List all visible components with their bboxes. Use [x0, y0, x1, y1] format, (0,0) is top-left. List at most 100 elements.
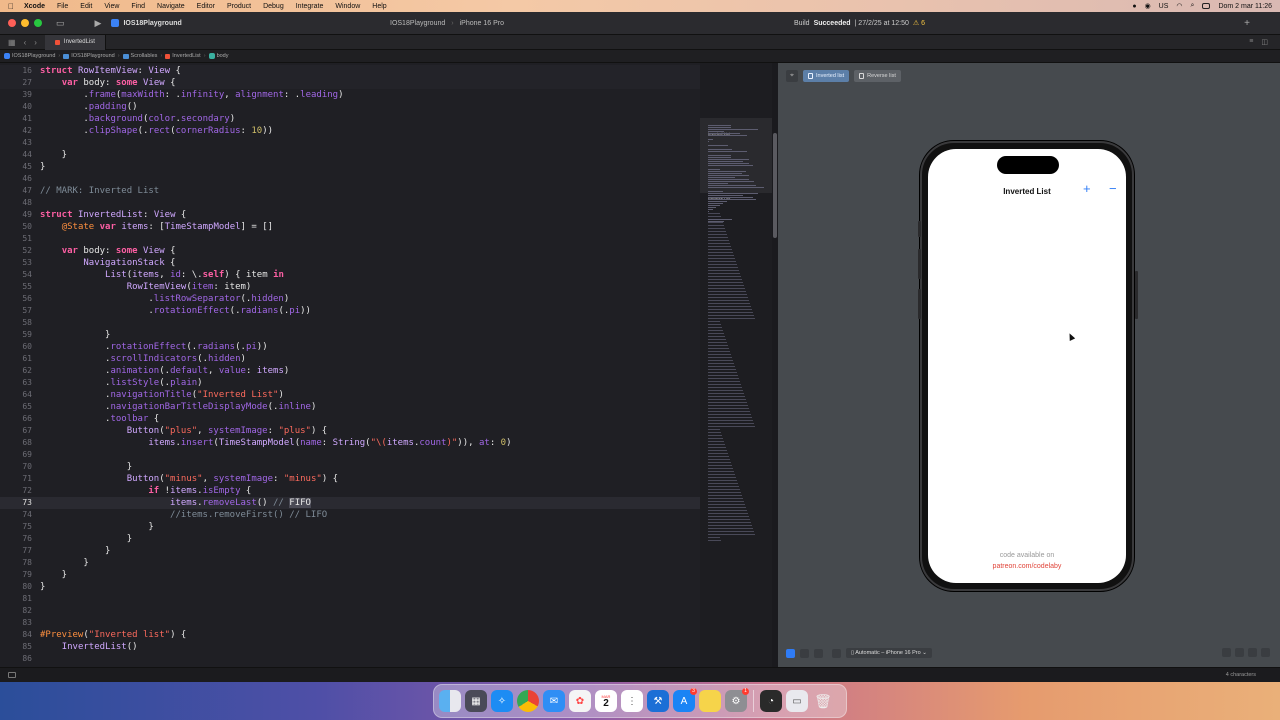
code-line[interactable]: 56 .listRowSeparator(.hidden): [0, 293, 700, 305]
scrollbar-thumb[interactable]: [773, 133, 777, 238]
code-text[interactable]: .listStyle(.plain): [40, 377, 203, 389]
breadcrumb-project[interactable]: IOS18Playground: [4, 53, 55, 59]
code-text[interactable]: }: [40, 557, 88, 569]
patreon-link[interactable]: patreon.com/codelaby: [928, 563, 1126, 570]
project-title[interactable]: IOS18Playground: [111, 19, 182, 27]
code-text[interactable]: List(items, id: \.self) { item in: [40, 269, 284, 281]
code-line[interactable]: 85 InvertedList(): [0, 641, 700, 653]
menu-help[interactable]: Help: [372, 3, 386, 10]
code-text[interactable]: }: [40, 545, 110, 557]
line-number[interactable]: 43: [0, 137, 32, 149]
code-text[interactable]: }: [40, 329, 110, 341]
record-icon[interactable]: ●: [1132, 3, 1136, 10]
code-line[interactable]: 44 }: [0, 149, 700, 161]
code-text[interactable]: .animation(.default, value: items): [40, 365, 289, 377]
variants-icon[interactable]: [814, 648, 823, 658]
line-number[interactable]: 83: [0, 617, 32, 629]
code-text[interactable]: }: [40, 533, 132, 545]
code-text[interactable]: .listRowSeparator(.hidden): [40, 293, 289, 305]
code-text[interactable]: items.removeLast() // FIFO: [40, 497, 311, 509]
code-line[interactable]: 80}: [0, 581, 700, 593]
code-line[interactable]: 46: [0, 173, 700, 185]
line-number[interactable]: 40: [0, 101, 32, 113]
line-number[interactable]: 46: [0, 173, 32, 185]
line-number[interactable]: 58: [0, 317, 32, 329]
code-text[interactable]: Button("minus", systemImage: "minus") {: [40, 473, 338, 485]
zoom-window-button[interactable]: [34, 19, 42, 27]
selectable-mode-icon[interactable]: [800, 648, 809, 658]
code-line[interactable]: 59 }: [0, 329, 700, 341]
code-text[interactable]: }: [40, 521, 153, 533]
zoom-actual-icon[interactable]: [1235, 648, 1244, 657]
line-number[interactable]: 54: [0, 269, 32, 281]
line-number[interactable]: 53: [0, 257, 32, 269]
breadcrumb-file[interactable]: InvertedList: [165, 53, 201, 59]
menu-file[interactable]: File: [57, 3, 68, 10]
launchpad-icon[interactable]: ▦: [465, 690, 487, 712]
back-icon[interactable]: ‹: [24, 38, 27, 47]
line-number[interactable]: 76: [0, 533, 32, 545]
code-text[interactable]: struct InvertedList: View {: [40, 209, 186, 221]
line-number[interactable]: 48: [0, 197, 32, 209]
menu-product[interactable]: Product: [227, 3, 251, 10]
line-number[interactable]: 78: [0, 557, 32, 569]
code-line[interactable]: 48: [0, 197, 700, 209]
code-line[interactable]: 64 .navigationTitle("Inverted List"): [0, 389, 700, 401]
line-number[interactable]: 62: [0, 365, 32, 377]
code-line[interactable]: 27 var body: some View {: [0, 77, 700, 89]
code-text[interactable]: // MARK: Inverted List: [40, 185, 159, 197]
code-line[interactable]: 60 .rotationEffect(.radians(.pi)): [0, 341, 700, 353]
line-number[interactable]: 80: [0, 581, 32, 593]
code-text[interactable]: Button("plus", systemImage: "plus") {: [40, 425, 328, 437]
line-number[interactable]: 72: [0, 485, 32, 497]
preview-tab-reverse-list[interactable]: Reverse list: [854, 70, 901, 82]
calendar-icon[interactable]: MAR 2: [595, 690, 617, 712]
code-line[interactable]: 77 }: [0, 545, 700, 557]
breadcrumb-folder[interactable]: Scrollables: [122, 53, 157, 59]
line-number[interactable]: 64: [0, 389, 32, 401]
code-line[interactable]: 16 struct RowItemView: View {: [0, 65, 700, 77]
add-icon[interactable]: +: [1244, 18, 1250, 29]
menu-window[interactable]: Window: [335, 3, 360, 10]
tab-invertedlist[interactable]: InvertedList: [44, 34, 106, 50]
code-text[interactable]: .rotationEffect(.radians(.pi)): [40, 305, 311, 317]
menu-editor[interactable]: Editor: [197, 3, 215, 10]
menu-edit[interactable]: Edit: [80, 3, 92, 10]
preview-tab-inverted-list[interactable]: Inverted list: [803, 70, 850, 82]
device-settings-icon[interactable]: [832, 648, 841, 658]
code-line[interactable]: 47 // MARK: Inverted List: [0, 185, 700, 197]
code-text[interactable]: .background(color.secondary): [40, 113, 235, 125]
code-line[interactable]: 67 Button("plus", systemImage: "plus") {: [0, 425, 700, 437]
photos-icon[interactable]: ✿: [569, 690, 591, 712]
code-line[interactable]: 72 if !items.isEmpty {: [0, 485, 700, 497]
code-text[interactable]: .frame(maxWidth: .infinity, alignment: .…: [40, 89, 343, 101]
code-line[interactable]: 70 }: [0, 461, 700, 473]
run-icon[interactable]: ▶: [95, 18, 102, 29]
code-line[interactable]: 61 .scrollIndicators(.hidden): [0, 353, 700, 365]
navigator-toggle-icon[interactable]: ▭: [56, 18, 65, 29]
zoom-in-icon[interactable]: [1248, 648, 1257, 657]
line-number[interactable]: 70: [0, 461, 32, 473]
line-number[interactable]: 65: [0, 401, 32, 413]
line-number[interactable]: 39: [0, 89, 32, 101]
code-text[interactable]: }: [40, 149, 67, 161]
code-line[interactable]: 74 //items.removeFirst() // LIFO: [0, 509, 700, 521]
scheme-name[interactable]: IOS18Playground: [390, 20, 445, 27]
code-text[interactable]: @State var items: [TimeStampModel] = []: [40, 221, 273, 233]
line-number[interactable]: 52: [0, 245, 32, 257]
code-line[interactable]: 54 List(items, id: \.self) { item in: [0, 269, 700, 281]
control-center-icon[interactable]: [1202, 3, 1211, 9]
line-number[interactable]: 79: [0, 569, 32, 581]
line-number[interactable]: 44: [0, 149, 32, 161]
preview-app-icon[interactable]: ▭: [786, 690, 808, 712]
code-line[interactable]: 45}: [0, 161, 700, 173]
line-number[interactable]: 49: [0, 209, 32, 221]
line-number[interactable]: 81: [0, 593, 32, 605]
scheme-selector[interactable]: IOS18Playground › iPhone 16 Pro: [390, 20, 504, 27]
code-line[interactable]: 68 items.insert(TimeStampModel(name: Str…: [0, 437, 700, 449]
chrome-icon[interactable]: [517, 690, 539, 712]
safari-icon[interactable]: ✧: [491, 690, 513, 712]
menu-view[interactable]: View: [104, 3, 119, 10]
menu-debug[interactable]: Debug: [263, 3, 284, 10]
code-line[interactable]: 86: [0, 653, 700, 665]
